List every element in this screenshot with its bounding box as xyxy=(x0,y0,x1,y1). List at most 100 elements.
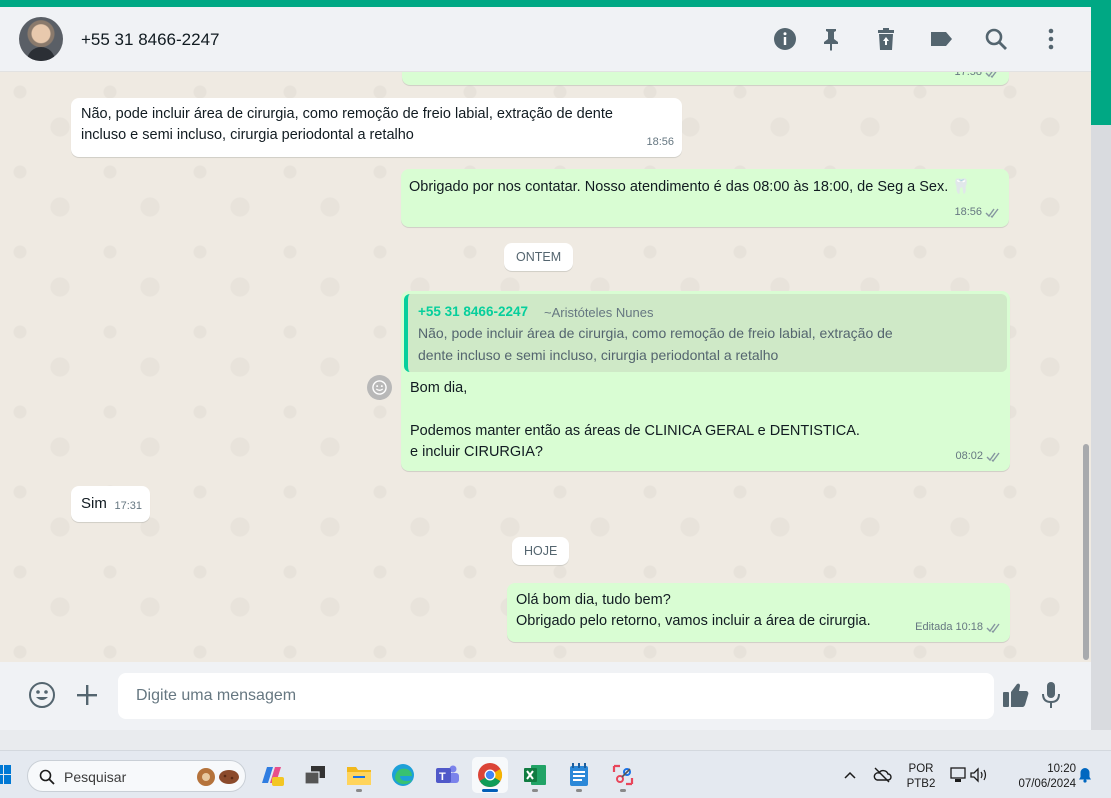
message-line: Olá bom dia, tudo bem? xyxy=(516,592,671,608)
taskbar-chrome[interactable] xyxy=(472,757,508,793)
tray-overflow-chevron[interactable] xyxy=(838,757,862,793)
message-text: Bom dia, Podemos manter então as áreas d… xyxy=(410,378,860,463)
search-label: Pesquisar xyxy=(64,769,127,785)
start-button[interactable] xyxy=(0,765,12,785)
message-time: 18:56 xyxy=(646,136,674,148)
smiley-icon xyxy=(372,380,387,395)
message-text: Obrigado por nos contatar. Nosso atendim… xyxy=(409,177,970,198)
quoted-message[interactable]: +55 31 8466-2247 ~Aristóteles Nunes Não,… xyxy=(404,294,1007,372)
copilot-icon xyxy=(262,767,284,786)
delete-icon[interactable] xyxy=(873,26,899,52)
date-divider: HOJE xyxy=(512,537,570,565)
tray-onedrive[interactable] xyxy=(868,757,896,793)
svg-text:T: T xyxy=(439,771,446,783)
top-accent-band xyxy=(0,0,1111,7)
taskbar-copilot[interactable] xyxy=(253,757,289,793)
message-line: Bom dia, xyxy=(410,380,468,396)
message-bubble-incoming[interactable]: Não, pode incluir área de cirurgia, como… xyxy=(71,98,682,157)
message-line: Não, pode incluir área de cirurgia, como… xyxy=(81,106,613,122)
running-indicator xyxy=(482,789,498,792)
clock-date: 07/06/2024 xyxy=(1018,778,1076,790)
taskbar-excel[interactable] xyxy=(517,757,553,793)
message-line: Podemos manter então as áreas de CLINICA… xyxy=(410,423,860,439)
notepad-icon xyxy=(570,763,588,786)
taskbar-task-view[interactable] xyxy=(297,757,333,793)
edited-label: Editada xyxy=(915,621,953,633)
message-line: Obrigado por nos contatar. Nosso atendim… xyxy=(409,179,949,195)
read-ticks-icon xyxy=(985,72,997,78)
message-time: 08:02 xyxy=(955,450,983,462)
info-icon[interactable] xyxy=(772,26,798,52)
tray-network-volume[interactable] xyxy=(944,757,994,793)
edge-icon xyxy=(392,764,414,786)
mic-icon[interactable] xyxy=(1036,680,1066,710)
quote-pushname: ~Aristóteles Nunes xyxy=(544,305,654,320)
emoji-icon[interactable] xyxy=(27,680,57,710)
running-indicator xyxy=(532,789,538,792)
chat-header: +55 31 8466-2247 xyxy=(0,7,1091,72)
running-indicator xyxy=(576,789,582,792)
message-line: Obrigado pelo retorno, vamos incluir a á… xyxy=(516,613,871,629)
teams-icon: T xyxy=(436,765,459,783)
taskbar-edge[interactable] xyxy=(385,757,421,793)
quote-line: dente incluso e semi incluso, cirurgia p… xyxy=(418,347,779,363)
taskbar-clock[interactable]: 10:20 07/06/2024 xyxy=(1000,762,1076,792)
taskbar-search[interactable]: Pesquisar xyxy=(27,760,246,792)
notification-bell[interactable] xyxy=(1073,757,1097,793)
whatsapp-window: +55 31 8466-2247 17:58 Não, pode incluir… xyxy=(0,7,1091,730)
chat-scrollbar[interactable] xyxy=(1083,444,1089,660)
message-bubble-outgoing[interactable]: Olá bom dia, tudo bem? Obrigado pelo ret… xyxy=(507,583,1010,642)
message-bubble-partial[interactable]: 17:58 xyxy=(402,72,1009,85)
search-icon xyxy=(39,769,55,785)
excel-icon xyxy=(524,765,546,785)
message-text: Sim xyxy=(81,495,107,512)
message-meta: 17:31 xyxy=(114,496,142,517)
windows-logo-icon xyxy=(0,765,11,784)
running-indicator xyxy=(620,789,626,792)
pin-icon[interactable] xyxy=(818,26,844,52)
message-meta: Editada 10:18 xyxy=(915,617,1002,638)
thumbs-up-icon[interactable] xyxy=(1001,680,1031,710)
label-icon[interactable] xyxy=(928,26,954,52)
right-accent-band xyxy=(1091,7,1111,125)
network-volume-icon xyxy=(950,767,987,783)
menu-icon[interactable] xyxy=(1038,26,1064,52)
clock-time: 10:20 xyxy=(1047,763,1076,775)
message-time: 10:18 xyxy=(955,621,983,633)
message-list[interactable]: 17:58 Não, pode incluir área de cirurgia… xyxy=(0,72,1091,662)
attach-plus-icon[interactable] xyxy=(72,680,102,710)
taskbar-notepad[interactable] xyxy=(561,757,597,793)
date-divider: ONTEM xyxy=(504,243,574,271)
read-ticks-icon xyxy=(985,208,999,218)
taskbar-teams[interactable]: T xyxy=(429,757,465,793)
react-emoji-button[interactable] xyxy=(367,375,392,400)
message-input[interactable] xyxy=(118,673,994,719)
snipping-tool-icon xyxy=(612,764,634,786)
message-line: e incluir CIRURGIA? xyxy=(410,444,543,460)
input-language[interactable]: POR PTB2 xyxy=(904,762,938,792)
windows-taskbar: Pesquisar T POR PTB2 10:20 07/06/2024 xyxy=(0,750,1111,798)
composer-bar xyxy=(0,662,1091,730)
message-time: 17:31 xyxy=(114,500,142,512)
message-time: 18:56 xyxy=(954,206,982,218)
taskbar-snipping-tool[interactable] xyxy=(605,757,641,793)
message-meta: 18:56 xyxy=(646,132,674,153)
message-text: Não, pode incluir área de cirurgia, como… xyxy=(81,104,613,146)
taskbar-file-explorer[interactable] xyxy=(341,757,377,793)
message-meta: 17:58 xyxy=(954,72,1001,83)
message-time: 17:58 xyxy=(954,72,982,78)
message-bubble-outgoing[interactable]: Obrigado por nos contatar. Nosso atendim… xyxy=(401,169,1009,227)
contact-name[interactable]: +55 31 8466-2247 xyxy=(81,30,220,50)
contact-avatar[interactable] xyxy=(19,17,63,61)
quote-author: +55 31 8466-2247 xyxy=(418,304,528,319)
message-bubble-outgoing-reply[interactable]: +55 31 8466-2247 ~Aristóteles Nunes Não,… xyxy=(401,291,1010,471)
message-bubble-incoming[interactable]: Sim 17:31 xyxy=(71,486,150,522)
keyboard-layout: PTB2 xyxy=(906,778,936,790)
search-icon[interactable] xyxy=(983,26,1009,52)
quote-line: Não, pode incluir área de cirurgia, como… xyxy=(418,325,893,341)
search-highlight-icon xyxy=(197,768,239,786)
chrome-icon xyxy=(478,763,503,787)
message-text: Olá bom dia, tudo bem? Obrigado pelo ret… xyxy=(516,590,871,632)
language-code: POR xyxy=(908,763,934,775)
quote-text: Não, pode incluir área de cirurgia, como… xyxy=(418,322,938,366)
